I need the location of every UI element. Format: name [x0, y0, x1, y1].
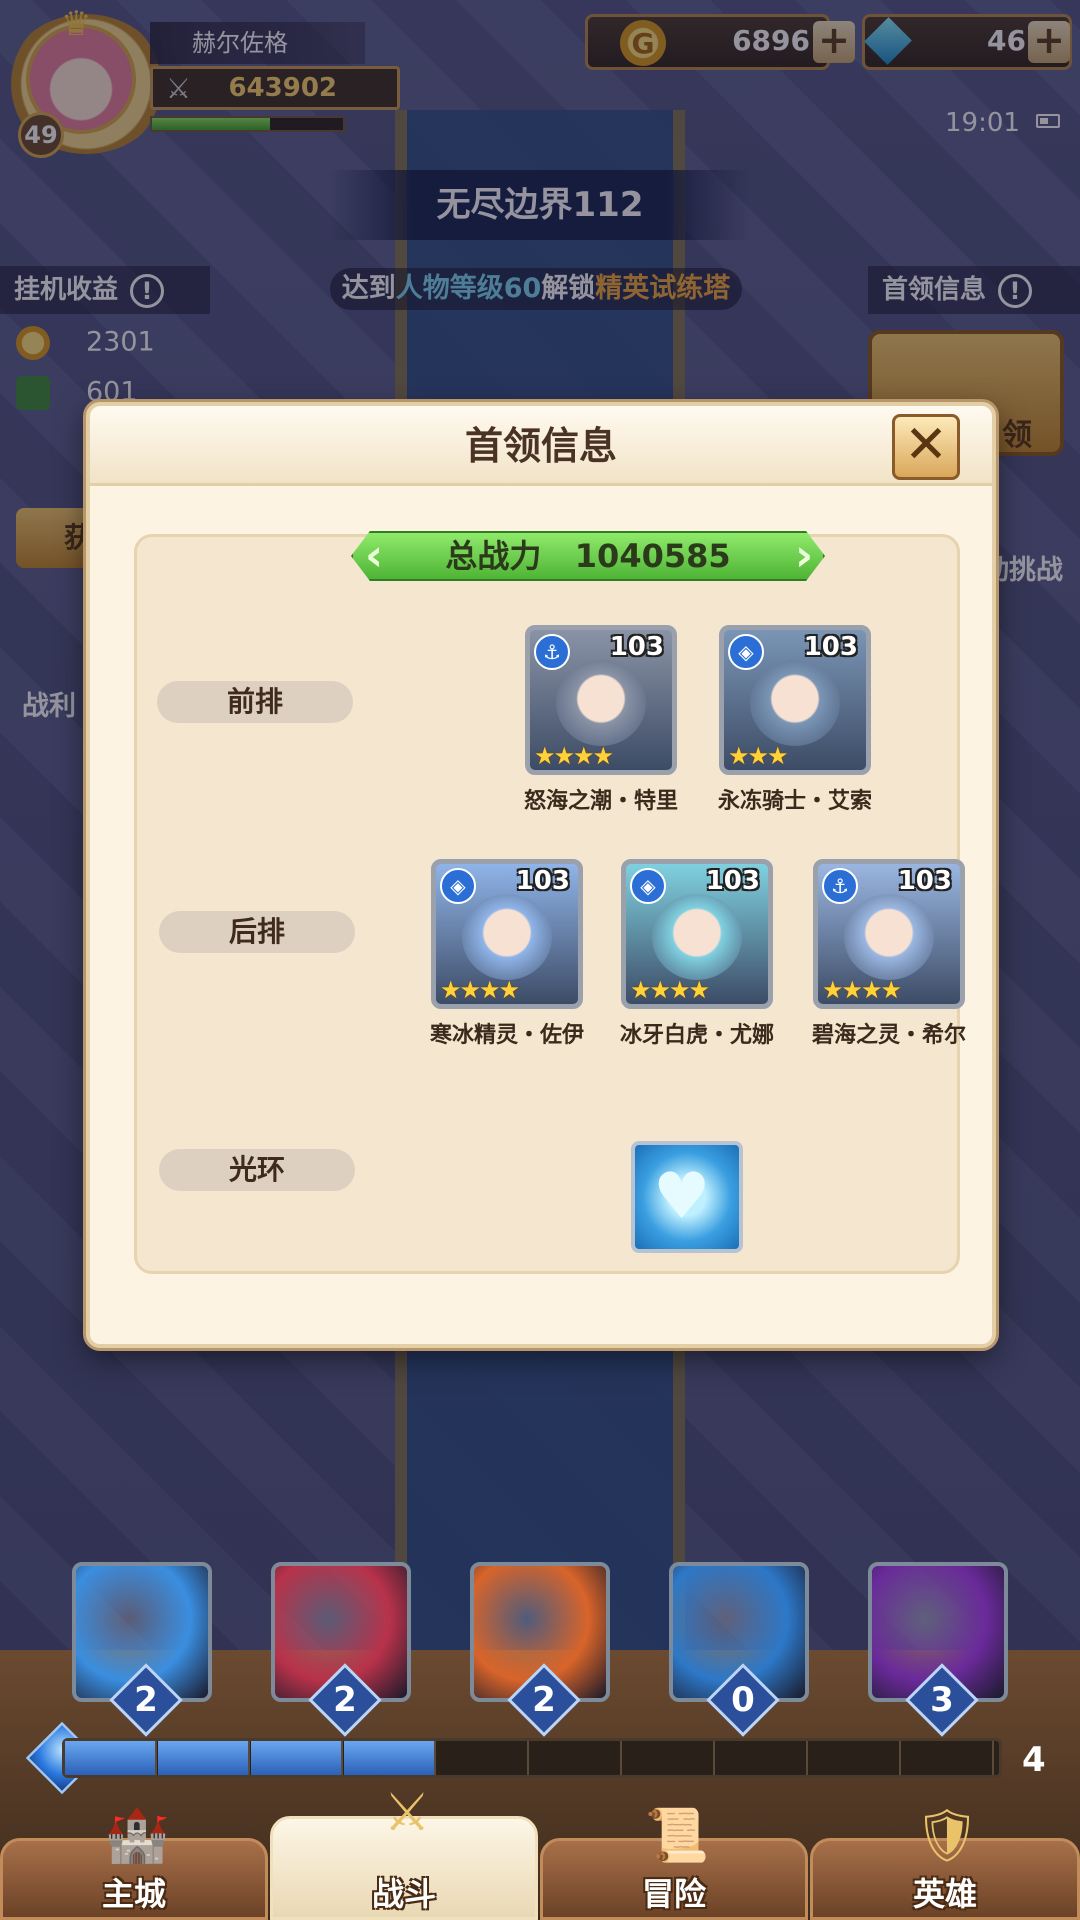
dialog-title: 首领信息 [464, 424, 617, 468]
total-power-label: 总战力 [445, 537, 542, 575]
hero-name: 怒海之潮・特里 [523, 789, 678, 814]
boss-info-dialog: 首领信息 ✕ 总战力 1040585 ‹ › 前排 后排 光环 ⚓ 103 ★★★★… [86, 402, 996, 1348]
shield-icon: ◈ [630, 868, 666, 904]
back-row-label: 后排 [159, 911, 355, 953]
anchor-icon: ⚓ [534, 634, 570, 670]
chevron-right-icon: › [795, 530, 814, 581]
lightning-sword-icon[interactable]: 2 [72, 1562, 212, 1737]
hero-portrait [844, 894, 934, 980]
aura-slot[interactable]: ♥ [631, 1141, 743, 1253]
hero-star-rating: ★★★ [728, 742, 789, 770]
crossed-swords-icon: ⚔ [383, 1783, 431, 1843]
energy-segment [158, 1741, 250, 1775]
skill-charge-count: 2 [333, 1680, 357, 1720]
nav-tab-crossed-swords[interactable]: ⚔ 战斗 [270, 1783, 538, 1920]
castle-icon: 🏰 [104, 1805, 170, 1866]
hero-name: 永冻骑士・艾索 [717, 789, 872, 814]
nav-label: 主城 [101, 1875, 166, 1913]
hero-level: 103 [897, 866, 952, 896]
energy-segment [809, 1741, 901, 1775]
skill-charge-count: 2 [532, 1680, 556, 1720]
hero-star-rating: ★★★★ [630, 976, 710, 1004]
nav-tab-hero-crest[interactable]: 🛡 英雄 [810, 1806, 1080, 1920]
energy-segment [251, 1741, 343, 1775]
void-moon-icon[interactable]: 3 [868, 1562, 1008, 1737]
close-button[interactable]: ✕ [892, 414, 960, 480]
nav-tab-map-scroll[interactable]: 📜 冒险 [540, 1806, 808, 1920]
hero-slot[interactable]: ◈ 103 ★★★★ 冰牙白虎・尤娜 [617, 859, 777, 1049]
hero-portrait-card[interactable]: ◈ 103 ★★★ [719, 625, 871, 775]
hero-level: 103 [515, 866, 570, 896]
aura-row-label: 光环 [159, 1149, 355, 1191]
anchor-icon: ⚓ [822, 868, 858, 904]
skill-charge-count: 3 [930, 1680, 954, 1720]
shield-icon: ◈ [728, 634, 764, 670]
total-power-value: 1040585 [574, 537, 731, 575]
energy-count: 4 [1022, 1740, 1046, 1780]
front-row-label: 前排 [157, 681, 353, 723]
nav-label: 战斗 [371, 1875, 436, 1913]
ice-heart-icon: ♥ [653, 1160, 711, 1234]
hero-level: 103 [803, 632, 858, 662]
hero-level: 103 [705, 866, 760, 896]
skill-charge-count: 2 [134, 1680, 158, 1720]
hero-name: 冰牙白虎・尤娜 [619, 1023, 774, 1048]
hero-portrait [556, 660, 646, 746]
energy-segment [437, 1741, 529, 1775]
fire-potion-icon[interactable]: 2 [470, 1562, 610, 1737]
total-power-ribbon: 总战力 1040585 [351, 531, 825, 581]
energy-segment [902, 1741, 994, 1775]
hero-slot[interactable]: ⚓ 103 ★★★★ 碧海之灵・希尔 [809, 859, 969, 1049]
hero-star-rating: ★★★★ [534, 742, 614, 770]
hero-slot[interactable]: ◈ 103 ★★★ 永冻骑士・艾索 [715, 625, 875, 815]
hero-portrait-card[interactable]: ⚓ 103 ★★★★ [813, 859, 965, 1009]
shield-icon: ◈ [440, 868, 476, 904]
hero-level: 103 [609, 632, 664, 662]
hero-portrait-card[interactable]: ◈ 103 ★★★★ [621, 859, 773, 1009]
nav-label: 英雄 [912, 1875, 977, 1913]
map-scroll-icon: 📜 [644, 1805, 710, 1866]
energy-segment [623, 1741, 715, 1775]
hero-portrait-card[interactable]: ◈ 103 ★★★★ [431, 859, 583, 1009]
hero-name: 寒冰精灵・佐伊 [429, 1023, 584, 1048]
energy-segment [716, 1741, 808, 1775]
hero-portrait-card[interactable]: ⚓ 103 ★★★★ [525, 625, 677, 775]
hero-slot[interactable]: ◈ 103 ★★★★ 寒冰精灵・佐伊 [427, 859, 587, 1049]
hero-star-rating: ★★★★ [822, 976, 902, 1004]
hero-portrait [652, 894, 742, 980]
energy-segment [344, 1741, 436, 1775]
hero-star-rating: ★★★★ [440, 976, 520, 1004]
hero-crest-icon: 🛡 [913, 1805, 980, 1866]
chevron-left-icon: ‹ [365, 530, 384, 581]
energy-bar [62, 1738, 1002, 1778]
hero-portrait [462, 894, 552, 980]
skill-charge-count: 0 [731, 1680, 755, 1720]
hero-name: 碧海之灵・希尔 [811, 1023, 966, 1048]
nav-tab-castle[interactable]: 🏰 主城 [0, 1806, 268, 1920]
hero-portrait [750, 660, 840, 746]
energy-segment [530, 1741, 622, 1775]
ice-phoenix-icon[interactable]: 0 [669, 1562, 809, 1737]
hero-slot[interactable]: ⚓ 103 ★★★★ 怒海之潮・特里 [521, 625, 681, 815]
boss-lineup-panel: 总战力 1040585 ‹ › 前排 后排 光环 ⚓ 103 ★★★★ 怒海之潮・特里… [134, 530, 966, 1274]
nav-label: 冒险 [641, 1875, 706, 1913]
energy-segment [65, 1741, 157, 1775]
crimson-slash-icon[interactable]: 2 [271, 1562, 411, 1737]
